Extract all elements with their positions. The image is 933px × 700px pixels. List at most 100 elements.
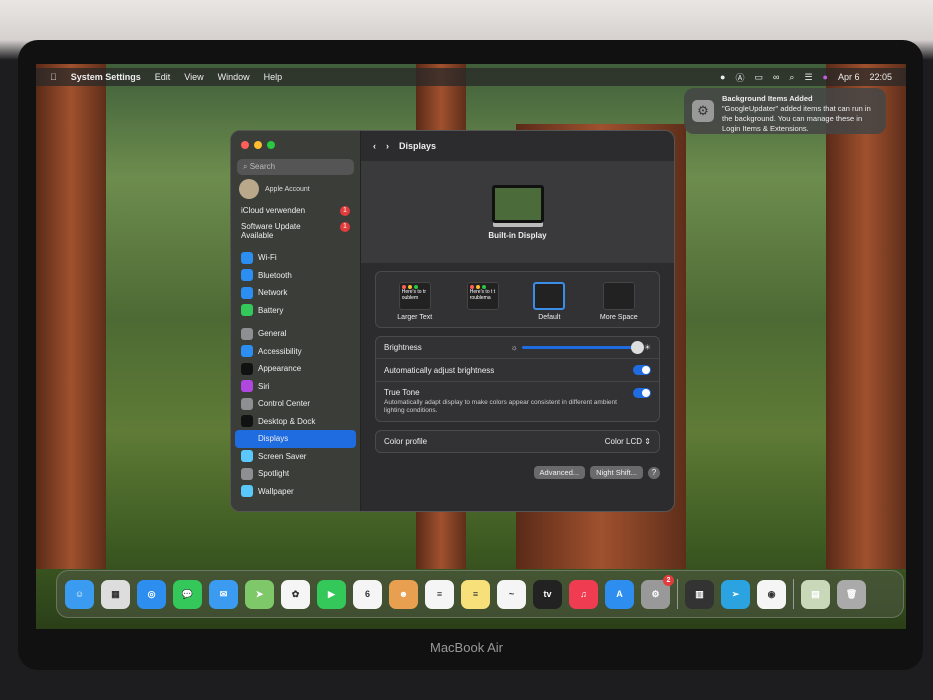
true-tone-toggle[interactable]	[633, 388, 651, 398]
menu-date[interactable]: Apr 6	[838, 72, 860, 82]
sidebar-item-label: Screen Saver	[258, 451, 307, 461]
dock-mail-icon[interactable]: ✉	[209, 579, 238, 609]
dock-reminders-icon[interactable]: ≡	[425, 579, 454, 609]
dock-music-icon[interactable]: ♫	[569, 579, 598, 609]
sidebar-item-label: Bluetooth	[258, 270, 292, 280]
sun-icon	[241, 432, 253, 445]
resolution-options: Here's to troublem Larger Text Here's to …	[375, 271, 660, 328]
dock-photos-icon[interactable]: ✿	[281, 579, 310, 609]
dock-contacts-icon[interactable]: ☻	[389, 579, 418, 609]
sidebar-item-bluetooth[interactable]: Bluetooth	[235, 267, 356, 285]
sidebar-item-desktop-dock[interactable]: Desktop & Dock	[235, 413, 356, 431]
sidebar-item-wi-fi[interactable]: Wi-Fi	[235, 249, 356, 267]
alert-label: iCloud verwenden	[241, 206, 306, 215]
wallpaper-icon	[241, 485, 253, 498]
account-label: Apple Account	[265, 185, 310, 193]
resolution-default[interactable]: Default	[533, 282, 566, 321]
sidebar-item-wallpaper[interactable]: Wallpaper	[235, 483, 356, 501]
color-profile-group: Color profile Color LCD ⇕	[375, 430, 660, 453]
wifi-icon	[241, 251, 253, 264]
auto-brightness-toggle[interactable]	[633, 365, 651, 375]
siri-icon[interactable]: ●	[823, 72, 828, 82]
dock-freeform-icon[interactable]: ~	[497, 579, 526, 609]
battery-icon[interactable]: ▭	[754, 72, 763, 83]
sidebar-item-screen-saver[interactable]: Screen Saver	[235, 448, 356, 466]
dock-safari-icon[interactable]: ◎	[137, 579, 166, 609]
dock-telegram-icon[interactable]: ➢	[721, 579, 750, 609]
dock-system-settings-icon[interactable]: ⚙ 2	[641, 574, 674, 609]
slider-knob[interactable]	[630, 341, 644, 354]
menu-window[interactable]: Window	[218, 72, 250, 82]
window-controls	[231, 131, 360, 159]
dock-messages-icon[interactable]: 💬	[173, 579, 202, 609]
sidebar-item-siri[interactable]: Siri	[235, 378, 356, 396]
brightness-slider[interactable]	[521, 341, 644, 354]
resolution-larger-text[interactable]: Here's to troublem Larger Text	[397, 282, 432, 321]
dock-piano-icon[interactable]: ▥	[685, 579, 714, 609]
menu-bar:  System Settings Edit View Window Help …	[36, 68, 906, 86]
close-button[interactable]	[241, 141, 249, 149]
resolution-label: Default	[538, 314, 561, 321]
sidebar-item-battery[interactable]: Battery	[235, 302, 356, 320]
sidebar-item-network[interactable]: Network	[235, 284, 356, 302]
sidebar-item-general[interactable]: General	[235, 325, 356, 343]
user-icon[interactable]: ●	[720, 72, 725, 82]
minimize-button[interactable]	[254, 141, 262, 149]
sun-large-icon: ☀	[643, 343, 651, 352]
dock-calendar-icon[interactable]: 6	[353, 579, 382, 609]
help-button[interactable]: ?	[648, 466, 660, 479]
menu-help[interactable]: Help	[264, 72, 283, 82]
sidebar-item-appearance[interactable]: Appearance	[235, 360, 356, 378]
menu-time[interactable]: 22:05	[869, 72, 892, 82]
dock-maps-icon[interactable]: ➤	[245, 579, 274, 609]
alert-icloud[interactable]: iCloud verwenden 1	[231, 203, 360, 219]
menu-app-name[interactable]: System Settings	[71, 72, 141, 82]
dock-trash-icon[interactable]: 🗑	[837, 579, 866, 609]
color-profile-value: Color LCD	[604, 437, 643, 446]
dock-facetime-icon[interactable]: ▶	[317, 579, 346, 609]
resolution-thumbnail	[602, 282, 635, 310]
alert-badge: 1	[340, 222, 350, 232]
zoom-button[interactable]	[267, 141, 275, 149]
sidebar-item-label: Network	[258, 288, 288, 298]
back-button[interactable]: ‹	[373, 141, 376, 151]
dock-finder-icon[interactable]: ☺	[65, 579, 94, 609]
search-icon[interactable]: ⌕	[789, 72, 794, 83]
dock-launchpad-icon[interactable]: ▦	[101, 579, 130, 609]
dock-tv-icon[interactable]: tv	[533, 579, 562, 609]
forward-button[interactable]: ›	[386, 141, 389, 151]
link-icon[interactable]: ∞	[773, 72, 779, 82]
advanced-button[interactable]: Advanced...	[533, 466, 586, 479]
color-profile-select[interactable]: Color LCD ⇕	[605, 437, 651, 446]
display-preview[interactable]: Built-in Display	[361, 161, 674, 263]
control-center-icon[interactable]: ☰	[804, 72, 812, 83]
input-a-icon[interactable]: Ⓐ	[735, 71, 744, 84]
night-shift-button[interactable]: Night Shift...	[590, 466, 643, 479]
dock-notes-icon[interactable]: ≡	[461, 579, 490, 609]
notification-banner[interactable]: ⚙ Background Items Added "GoogleUpdater" …	[684, 88, 886, 134]
dock-separator	[677, 579, 678, 609]
resolution-label: Larger Text	[397, 314, 433, 321]
sidebar-item-control-center[interactable]: Control Center	[235, 395, 356, 413]
resolution-more-space[interactable]: More Space	[600, 282, 638, 321]
gear-icon	[241, 327, 253, 340]
dock-chrome-icon[interactable]: ◉	[757, 579, 786, 609]
sidebar-item-label: General	[258, 329, 287, 339]
sidebar-item-accessibility[interactable]: Accessibility	[235, 343, 356, 361]
sidebar-item-displays[interactable]: Displays	[235, 430, 356, 448]
siri-icon	[241, 380, 253, 393]
resolution-thumbnail	[533, 282, 566, 310]
menu-view[interactable]: View	[184, 72, 203, 82]
sidebar: ⌕ Search Apple Account iCloud verwenden 1…	[231, 131, 361, 511]
apple-logo-icon[interactable]: 	[50, 72, 57, 82]
dock-app-store-icon[interactable]: A	[605, 579, 634, 609]
search-input[interactable]: ⌕ Search	[237, 159, 354, 175]
alert-software-update[interactable]: Software Update Available 1	[231, 219, 360, 243]
globe-icon	[241, 286, 253, 299]
menu-edit[interactable]: Edit	[155, 72, 171, 82]
resolution-option-2[interactable]: Here's to t troublema	[466, 282, 499, 321]
sidebar-item-label: Spotlight	[258, 469, 290, 479]
apple-account[interactable]: Apple Account	[231, 175, 360, 203]
dock-downloads-icon[interactable]: ▤	[801, 579, 830, 609]
sidebar-item-spotlight[interactable]: Spotlight	[235, 465, 356, 483]
